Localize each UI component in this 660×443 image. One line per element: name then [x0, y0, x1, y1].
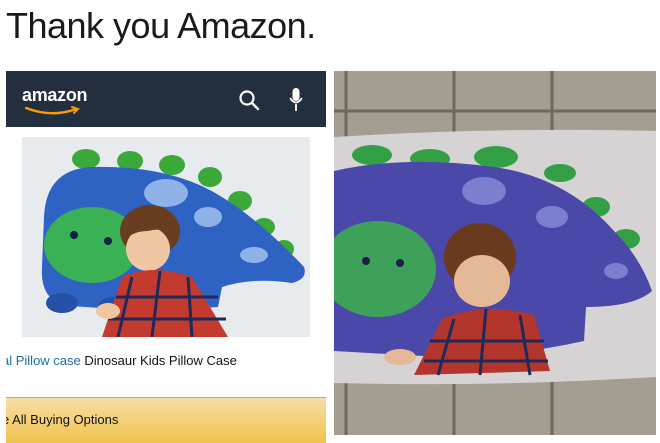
- amazon-smile-icon: [24, 106, 80, 115]
- product-title[interactable]: al Pillow case Dinosaur Kids Pillow Case: [6, 353, 237, 368]
- amazon-header: amazon: [6, 71, 326, 127]
- amazon-listing-screenshot: amazon al Pillow case Dinosaur Kids Pill…: [6, 71, 326, 443]
- buying-options-label: e All Buying Options: [6, 412, 119, 427]
- product-brand-link[interactable]: al Pillow case: [6, 353, 81, 368]
- search-icon[interactable]: [238, 89, 260, 111]
- received-product-photo: [334, 71, 656, 435]
- meme-caption: Thank you Amazon.: [6, 5, 316, 46]
- product-name: Dinosaur Kids Pillow Case: [84, 353, 237, 368]
- microphone-icon[interactable]: [288, 87, 304, 113]
- all-buying-options-button[interactable]: e All Buying Options: [6, 397, 326, 443]
- product-image[interactable]: [22, 137, 310, 337]
- amazon-logo[interactable]: amazon: [22, 85, 88, 106]
